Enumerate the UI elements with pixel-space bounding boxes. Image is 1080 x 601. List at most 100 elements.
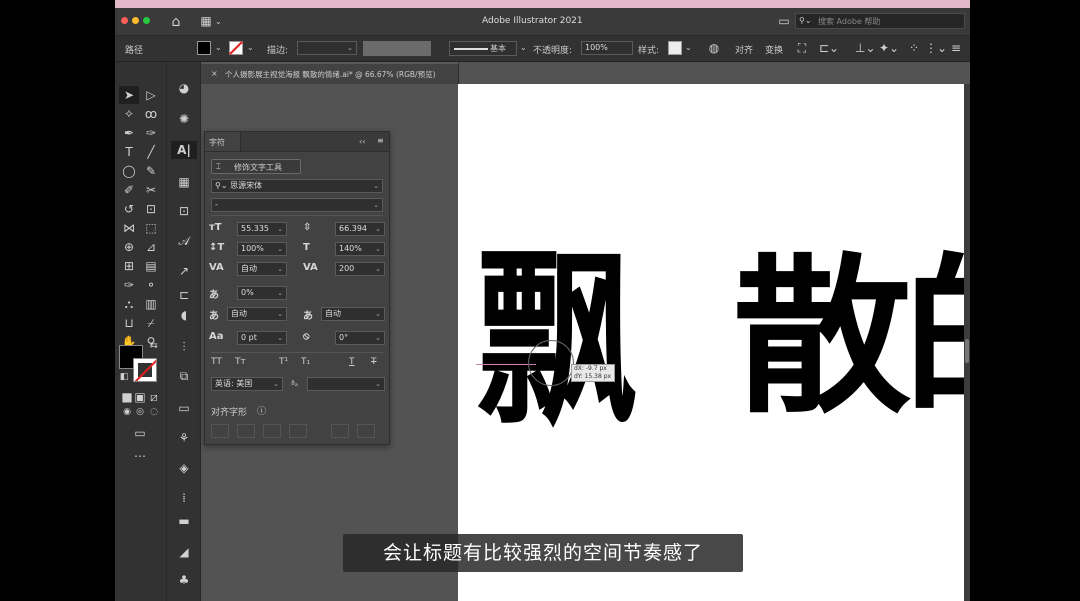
zoom-window-icon[interactable] xyxy=(143,17,150,24)
screen-mode-icon[interactable]: ▭ xyxy=(131,427,149,439)
align-em-box-icon[interactable] xyxy=(211,424,229,438)
glyphs-icon[interactable]: 𝒜 xyxy=(175,235,193,247)
minimize-window-icon[interactable] xyxy=(132,17,139,24)
mesh-tool-icon[interactable]: ⊞ xyxy=(120,260,138,272)
close-tab-icon[interactable]: × xyxy=(211,69,218,78)
layers-icon[interactable]: ◈ xyxy=(175,462,193,474)
stroke-weight-input[interactable]: ⌄ xyxy=(297,41,357,55)
gradient-tool-icon[interactable]: ▤ xyxy=(142,260,160,272)
superscript-icon[interactable]: T¹ xyxy=(279,357,288,367)
swap-colors-icon[interactable]: ⇆ xyxy=(145,342,163,351)
stroke-color-box[interactable] xyxy=(133,358,157,382)
default-colors-icon[interactable]: ◧ xyxy=(115,373,133,382)
workspace-switcher-icon[interactable]: ▦ xyxy=(197,15,215,27)
rotation-input[interactable]: 0° ⌄ xyxy=(335,331,385,345)
font-style-select[interactable]: - ⌄ xyxy=(211,198,383,212)
anti-aliasing-select[interactable]: ⌄ xyxy=(307,377,385,391)
strikethrough-icon[interactable]: T xyxy=(371,357,377,367)
artboard-tool-icon[interactable]: ⊔ xyxy=(120,317,138,329)
free-transform-tool-icon[interactable]: ⬚ xyxy=(142,222,160,234)
language-select[interactable]: 英语: 美国 ⌄ xyxy=(211,377,283,391)
help-search-input[interactable]: ⚲⌄ 搜索 Adobe 帮助 xyxy=(795,13,965,29)
gradient-panel-icon[interactable]: ▭ xyxy=(175,402,193,414)
asset-export-icon[interactable]: ⊡ xyxy=(175,205,193,217)
stroke-swatch[interactable] xyxy=(228,40,244,56)
character-panel-tab[interactable]: 字符 xyxy=(209,137,225,148)
variable-width-profile[interactable] xyxy=(363,41,431,56)
color-guide-icon[interactable]: ◕ xyxy=(175,82,193,94)
perspective-grid-tool-icon[interactable]: ⊿ xyxy=(142,241,160,253)
touch-type-tool-button[interactable]: ⌶ 修饰文字工具 xyxy=(211,159,301,174)
scrollbar-thumb[interactable] xyxy=(965,339,969,363)
pathfinder-icon[interactable]: ⧉ xyxy=(175,370,193,382)
grid-icon[interactable]: ⁘ xyxy=(905,42,923,54)
panel-menu-icon[interactable]: ≡ xyxy=(947,42,965,54)
scale-tool-icon[interactable]: ⊡ xyxy=(142,203,160,215)
graphic-style-swatch[interactable] xyxy=(668,41,682,55)
symbol-sprayer-tool-icon[interactable]: ⛬ xyxy=(120,298,138,310)
chevron-down-icon[interactable]: ⌄ xyxy=(215,43,222,52)
width-tool-icon[interactable]: ⋈ xyxy=(120,222,138,234)
curvature-tool-icon[interactable]: ✑ xyxy=(142,127,160,139)
baseline-shift-input[interactable]: 0 pt ⌄ xyxy=(237,331,287,345)
slice-tool-icon[interactable]: ⌿ xyxy=(142,317,160,329)
shape-builder-tool-icon[interactable]: ⊕ xyxy=(120,241,138,253)
edit-toolbar-icon[interactable]: ⋯ xyxy=(131,450,149,462)
transform-panel-icon[interactable]: ▬ xyxy=(175,515,193,527)
line-tool-icon[interactable]: ╱ xyxy=(142,146,160,158)
align-icf-box-icon[interactable] xyxy=(237,424,255,438)
links-icon[interactable]: ⁞ xyxy=(175,492,193,504)
chevron-down-icon[interactable]: ⌄ xyxy=(685,43,692,52)
more-options-icon[interactable]: ⋮⌄ xyxy=(925,42,947,54)
close-window-icon[interactable] xyxy=(121,17,128,24)
align-link[interactable]: 对齐 xyxy=(735,43,753,56)
underline-icon[interactable]: T xyxy=(349,357,355,367)
home-icon[interactable]: ⌂ xyxy=(167,15,185,29)
artwork-glyph-1[interactable]: 飘 xyxy=(476,244,638,434)
panel-menu-icon[interactable]: ≡ xyxy=(377,136,384,145)
artwork-glyph-2[interactable]: 散 xyxy=(733,252,912,422)
pen-tool-icon[interactable]: ✒ xyxy=(120,127,138,139)
vertical-scale-input[interactable]: 100% ⌄ xyxy=(237,242,287,256)
align-baseline-icon[interactable] xyxy=(289,424,307,438)
character-panel-icon[interactable]: A| xyxy=(175,144,193,156)
tsume-input[interactable]: 0% ⌄ xyxy=(237,286,287,300)
opacity-input[interactable]: 100% xyxy=(581,41,633,55)
leading-input[interactable]: 66.394 ⌄ xyxy=(335,222,385,236)
tracking-input[interactable]: 200 ⌄ xyxy=(335,262,385,276)
draw-inside-icon[interactable]: ◌ xyxy=(145,408,163,417)
transparency-icon[interactable]: ◢ xyxy=(175,546,193,558)
all-caps-icon[interactable]: TT xyxy=(211,357,222,367)
selection-tool-icon[interactable]: ➤ xyxy=(120,89,138,101)
none-mode-icon[interactable]: ⧄ xyxy=(145,391,163,403)
panel-toggle-icon[interactable]: ▭ xyxy=(775,15,793,27)
subscript-icon[interactable]: T₁ xyxy=(301,357,310,367)
kerning-select[interactable]: 自动 ⌄ xyxy=(237,262,287,276)
rotate-tool-icon[interactable]: ↺ xyxy=(120,203,138,215)
transform-link[interactable]: 变换 xyxy=(765,43,783,56)
align-glyph-bounds-icon[interactable] xyxy=(263,424,281,438)
shaper-tool-icon[interactable]: ✐ xyxy=(120,184,138,196)
align-left-icon[interactable]: ⊏⌄ xyxy=(819,42,839,54)
lasso-tool-icon[interactable]: ꝏ xyxy=(142,108,160,120)
magic-wand-tool-icon[interactable]: ✧ xyxy=(120,108,138,120)
align-anchor-icon[interactable] xyxy=(331,424,349,438)
aki-left-select[interactable]: 自动 ⌄ xyxy=(227,307,287,321)
document-tab[interactable]: × 个人摄影展主视觉海报 飘散的情绪.ai* @ 66.67% (RGB/预览) xyxy=(201,62,459,84)
direct-selection-tool-icon[interactable]: ▷ xyxy=(142,89,160,101)
info-icon[interactable]: ⓘ xyxy=(257,404,266,417)
column-graph-tool-icon[interactable]: ▥ xyxy=(142,298,160,310)
paragraph-icon[interactable]: ▦ xyxy=(175,176,193,188)
collapse-panel-icon[interactable]: ‹‹ xyxy=(359,137,365,146)
vertical-scrollbar[interactable] xyxy=(964,84,970,601)
artboard[interactable]: 飘 散 的 dX: -9.7 px dY: 15.38 px xyxy=(458,84,964,601)
arrange-icon[interactable]: ⊥⌄ xyxy=(855,42,876,54)
blend-tool-icon[interactable]: ⚬ xyxy=(142,279,160,291)
horizontal-scale-input[interactable]: 140% ⌄ xyxy=(335,242,385,256)
type-tool-icon[interactable]: T xyxy=(120,146,138,158)
brushes-icon[interactable]: ✺ xyxy=(175,113,193,125)
small-caps-icon[interactable]: Tᴛ xyxy=(235,357,246,367)
graphic-styles-icon[interactable]: ◖ xyxy=(175,309,193,321)
paintbrush-tool-icon[interactable]: ✎ xyxy=(142,165,160,177)
artwork-glyph-3[interactable]: 的 xyxy=(903,252,964,422)
